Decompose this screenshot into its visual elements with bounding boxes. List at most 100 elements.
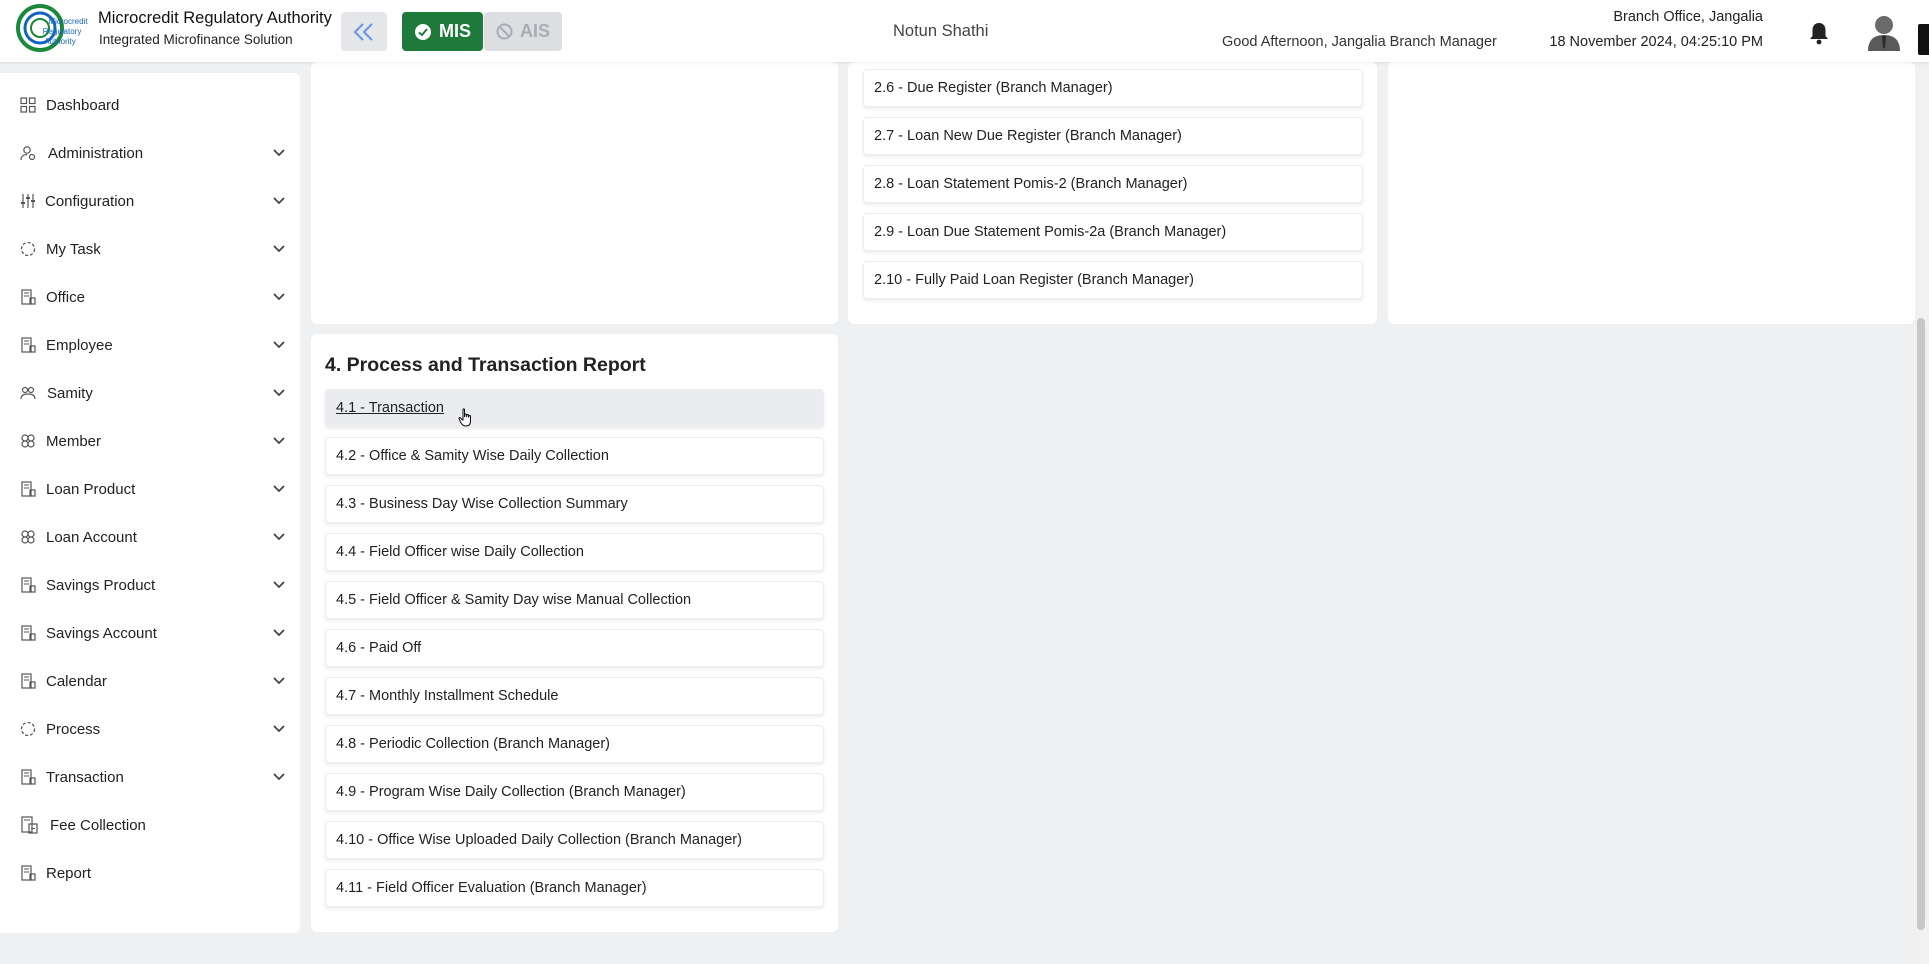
mis-label: MIS (438, 21, 471, 41)
report-link-4-8[interactable]: 4.8 - Periodic Collection (Branch Manage… (325, 725, 824, 763)
report-link-4-2[interactable]: 4.2 - Office & Samity Wise Daily Collect… (325, 437, 824, 475)
sidebar: Dashboard Administration Configuration M… (0, 73, 300, 933)
sidebar-item-savings-account[interactable]: Savings Account (0, 613, 300, 653)
scrollbar-thumb[interactable] (1917, 318, 1925, 930)
sidebar-item-process[interactable]: Process (0, 709, 300, 749)
section-title: 4. Process and Transaction Report (325, 354, 646, 376)
ais-label: AIS (519, 21, 550, 41)
report-link-2-7[interactable]: 2.7 - Loan New Due Register (Branch Mana… (863, 117, 1363, 155)
chevron-down-icon (273, 533, 285, 541)
report-link-4-9[interactable]: 4.9 - Program Wise Daily Collection (Bra… (325, 773, 824, 811)
sliders-icon (21, 194, 35, 208)
hand-cursor-icon (458, 408, 471, 427)
sidebar-item-office[interactable]: Office (0, 277, 300, 317)
sidebar-item-transaction[interactable]: Transaction (0, 757, 300, 797)
office-name: Branch Office, Jangalia (1613, 9, 1763, 25)
greeting-text: Good Afternoon, Jangalia Branch Manager (1222, 34, 1497, 50)
report-link-4-4[interactable]: 4.4 - Field Officer wise Daily Collectio… (325, 533, 824, 571)
sidebar-item-label: My Task (46, 240, 101, 258)
user-gear-icon (20, 146, 36, 161)
chevron-down-icon (273, 725, 285, 733)
sidebar-item-loan-product[interactable]: Loan Product (0, 469, 300, 509)
report-link-2-9[interactable]: 2.9 - Loan Due Statement Pomis-2a (Branc… (863, 213, 1363, 251)
building-icon (21, 481, 36, 497)
people-icon (21, 530, 35, 544)
chevron-down-icon (273, 773, 285, 781)
building-icon (21, 289, 36, 305)
sidebar-item-label: Process (46, 720, 101, 738)
sidebar-item-label: Employee (46, 336, 113, 354)
chevron-down-icon (273, 485, 285, 493)
report-link-4-10[interactable]: 4.10 - Office Wise Uploaded Daily Collec… (325, 821, 824, 859)
brand-subtitle: Integrated Microfinance Solution (99, 32, 293, 47)
sidebar-item-savings-product[interactable]: Savings Product (0, 565, 300, 605)
double-chevron-left-icon (353, 22, 373, 41)
svg-text:Microcredit: Microcredit (48, 17, 88, 26)
report-link-4-5[interactable]: 4.5 - Field Officer & Samity Day wise Ma… (325, 581, 824, 619)
dotted-circle-icon (20, 721, 36, 737)
svg-text:Authority: Authority (44, 37, 76, 46)
sidebar-item-label: Calendar (46, 672, 107, 690)
building-icon (21, 625, 36, 641)
dotted-circle-icon (20, 241, 36, 257)
sidebar-item-employee[interactable]: Employee (0, 325, 300, 365)
sidebar-item-administration[interactable]: Administration (0, 133, 300, 173)
mra-logo: Microcredit Regulatory Authority (16, 4, 88, 52)
notification-bell-icon[interactable] (1808, 21, 1830, 45)
chevron-down-icon (273, 245, 285, 253)
people-icon (21, 434, 35, 448)
sidebar-item-dashboard[interactable]: Dashboard (0, 85, 300, 125)
sidebar-item-calendar[interactable]: Calendar (0, 661, 300, 701)
chevron-down-icon (273, 197, 285, 205)
svg-text:Regulatory: Regulatory (43, 27, 82, 36)
edge-handle[interactable] (1918, 24, 1929, 55)
collapse-sidebar-button[interactable] (341, 12, 387, 51)
user-avatar-icon[interactable] (1866, 13, 1902, 51)
sidebar-item-samity[interactable]: Samity (0, 373, 300, 413)
report-link-4-11[interactable]: 4.11 - Field Officer Evaluation (Branch … (325, 869, 824, 907)
report-link-4-1[interactable]: 4.1 - Transaction (325, 389, 824, 427)
sidebar-item-label: Office (46, 288, 85, 306)
sidebar-item-label: Report (46, 864, 92, 882)
group-icon (20, 386, 36, 400)
sidebar-item-label: Savings Product (46, 576, 156, 594)
brand-title: Microcredit Regulatory Authority (98, 9, 332, 27)
report-link-4-6[interactable]: 4.6 - Paid Off (325, 629, 824, 667)
sidebar-item-label: Configuration (45, 192, 135, 210)
ais-button[interactable]: AIS (484, 12, 562, 51)
sidebar-item-label: Transaction (46, 768, 124, 786)
current-datetime: 18 November 2024, 04:25:10 PM (1549, 34, 1763, 50)
chevron-down-icon (273, 437, 285, 445)
report-link-2-8[interactable]: 2.8 - Loan Statement Pomis-2 (Branch Man… (863, 165, 1363, 203)
report-panel-left-top (311, 62, 838, 324)
chevron-down-icon (273, 629, 285, 637)
sidebar-item-configuration[interactable]: Configuration (0, 181, 300, 221)
sidebar-item-label: Fee Collection (50, 816, 146, 834)
sidebar-item-my-task[interactable]: My Task (0, 229, 300, 269)
sidebar-item-report[interactable]: Report (0, 853, 300, 893)
report-link-2-10[interactable]: 2.10 - Fully Paid Loan Register (Branch … (863, 261, 1363, 299)
building-icon (21, 865, 36, 881)
sidebar-item-fee-collection[interactable]: Fee Collection (0, 805, 300, 845)
chevron-down-icon (273, 389, 285, 397)
sidebar-item-loan-account[interactable]: Loan Account (0, 517, 300, 557)
sidebar-item-member[interactable]: Member (0, 421, 300, 461)
sidebar-item-label: Member (46, 432, 102, 450)
mis-button[interactable]: MIS (402, 12, 483, 51)
sidebar-item-label: Savings Account (46, 624, 157, 642)
sidebar-item-label: Samity (47, 384, 93, 402)
building-icon (21, 769, 36, 785)
sidebar-item-label: Loan Product (46, 480, 136, 498)
building-icon (21, 577, 36, 593)
report-link-2-6[interactable]: 2.6 - Due Register (Branch Manager) (863, 69, 1363, 107)
report-link-4-7[interactable]: 4.7 - Monthly Installment Schedule (325, 677, 824, 715)
report-panel-right-top (1388, 62, 1915, 324)
check-circle-icon (414, 23, 431, 40)
organization-name: Notun Shathi (893, 22, 989, 40)
chevron-down-icon (273, 293, 285, 301)
ban-icon (496, 23, 513, 40)
chevron-down-icon (273, 341, 285, 349)
top-header: Microcredit Regulatory Authority Microcr… (0, 0, 1929, 62)
report-link-4-3[interactable]: 4.3 - Business Day Wise Collection Summa… (325, 485, 824, 523)
sidebar-item-label: Dashboard (46, 96, 120, 114)
